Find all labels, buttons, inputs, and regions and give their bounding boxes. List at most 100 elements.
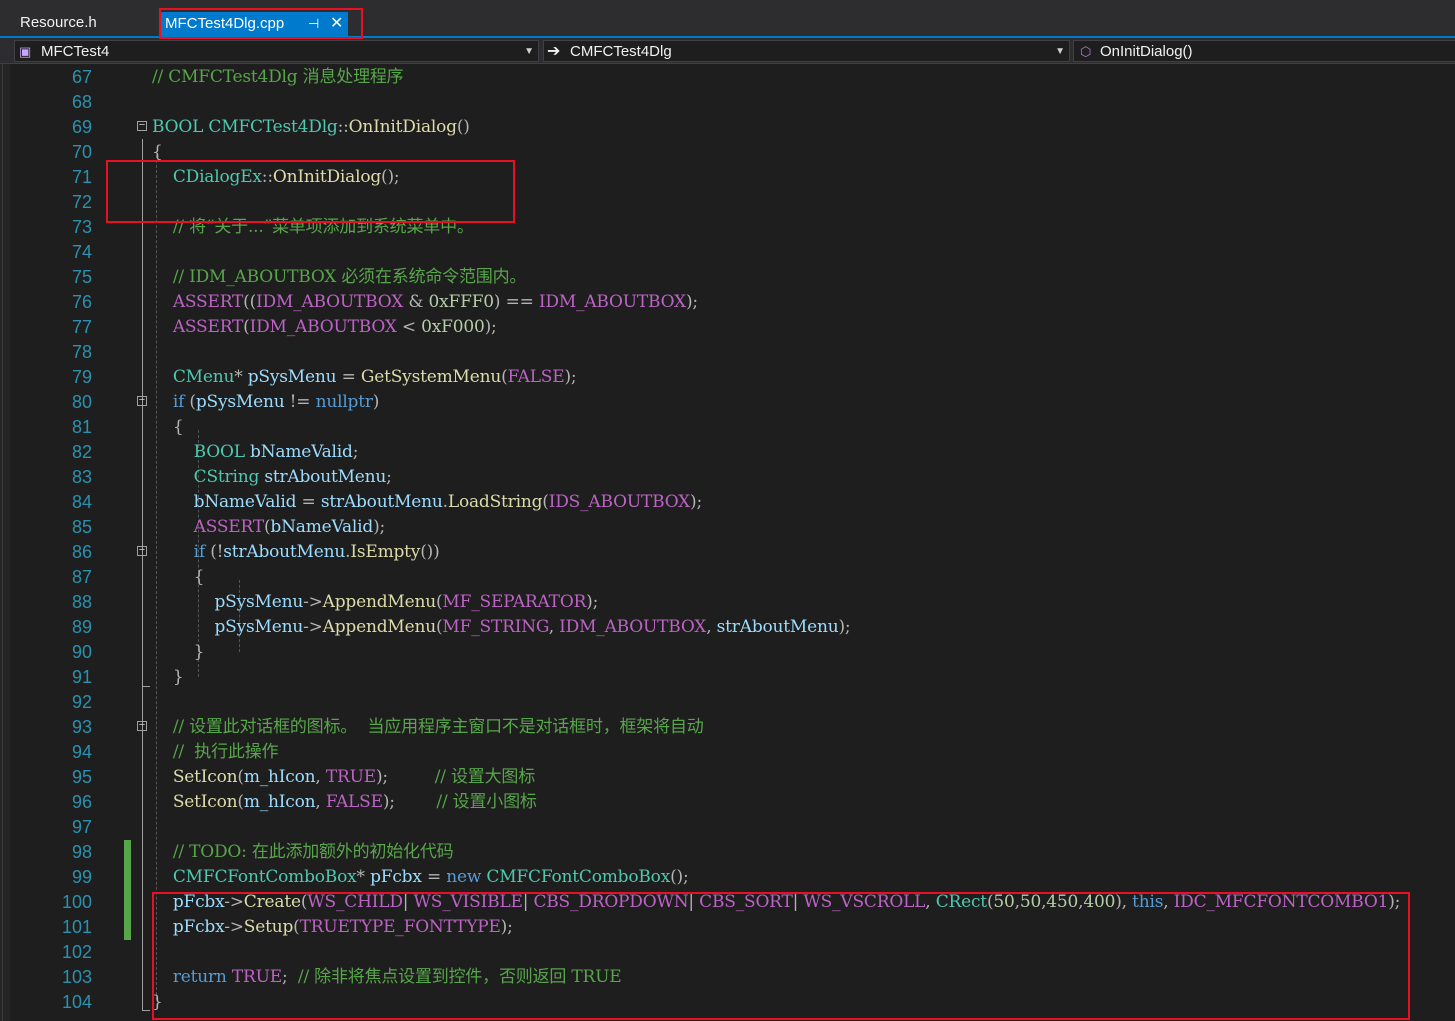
- collapse-toggle-icon[interactable]: −: [137, 120, 147, 131]
- code-token: FALSE: [325, 792, 383, 812]
- change-marker: [124, 915, 131, 940]
- code-token: {: [152, 142, 163, 162]
- code-line[interactable]: 77 ASSERT(IDM_ABOUTBOX < 0xF000);: [0, 315, 1455, 340]
- code-line[interactable]: 94 // 执行此操作: [0, 740, 1455, 765]
- project-dropdown[interactable]: ▣ MFCTest4 ▼: [14, 40, 539, 62]
- code-token: CMFCFontComboBox: [172, 867, 357, 887]
- line-number: 78: [71, 342, 92, 362]
- code-line[interactable]: 83 CString strAboutMenu;: [0, 465, 1455, 490]
- code-token: strAboutMenu: [264, 467, 387, 487]
- code-line[interactable]: 76 ASSERT((IDM_ABOUTBOX & 0xFFF0) == IDM…: [0, 290, 1455, 315]
- code-token: ::: [337, 117, 349, 137]
- navigation-bar: ▣ MFCTest4 ▼ ➔ CMFCTest4Dlg ▼ ⬡ OnInitDi…: [0, 38, 1455, 64]
- code-line[interactable]: 81 {: [0, 415, 1455, 440]
- code-token: pSysMenu: [247, 367, 337, 387]
- code-token: }: [172, 667, 184, 687]
- collapse-toggle-icon[interactable]: −: [137, 545, 147, 556]
- code-line[interactable]: 69 − BOOL CMFCTest4Dlg::OnInitDialog(): [0, 115, 1455, 140]
- code-line[interactable]: 87 {: [0, 565, 1455, 590]
- code-token: MF_STRING: [442, 617, 549, 637]
- code-line[interactable]: 78: [0, 340, 1455, 365]
- code-token: );: [690, 492, 703, 512]
- collapse-toggle-icon[interactable]: −: [137, 395, 147, 406]
- code-text: CMenu* pSysMenu = GetSystemMenu(FALSE);: [152, 365, 577, 390]
- line-number: 69: [71, 117, 92, 137]
- code-line[interactable]: 79 CMenu* pSysMenu = GetSystemMenu(FALSE…: [0, 365, 1455, 390]
- code-text: CString strAboutMenu;: [152, 465, 392, 490]
- code-line[interactable]: 90 }: [0, 640, 1455, 665]
- line-number: 89: [71, 617, 92, 637]
- line-number: 94: [71, 742, 92, 762]
- line-number: 97: [71, 817, 92, 837]
- code-token: ): [372, 392, 380, 412]
- code-line[interactable]: 82 BOOL bNameValid;: [0, 440, 1455, 465]
- code-token: ((: [243, 292, 257, 312]
- code-line[interactable]: 98 // TODO: 在此添加额外的初始化代码: [0, 840, 1455, 865]
- code-line[interactable]: 95 SetIcon(m_hIcon, TRUE); // 设置大图标: [0, 765, 1455, 790]
- code-line[interactable]: 75 // IDM_ABOUTBOX 必须在系统命令范围内。: [0, 265, 1455, 290]
- line-number: 86: [71, 542, 92, 562]
- code-text: }: [152, 665, 184, 690]
- chevron-down-icon[interactable]: ▼: [1055, 41, 1065, 63]
- project-icon: ▣: [19, 44, 32, 59]
- code-token: ();: [670, 867, 689, 887]
- code-line[interactable]: 85 ASSERT(bNameValid);: [0, 515, 1455, 540]
- code-token: );: [564, 367, 577, 387]
- code-token: {: [172, 417, 184, 437]
- code-token: =: [426, 867, 441, 887]
- code-line[interactable]: 91 }: [0, 665, 1455, 690]
- code-line[interactable]: 68: [0, 90, 1455, 115]
- member-dropdown-value: OnInitDialog(): [1100, 43, 1193, 60]
- class-dropdown[interactable]: ➔ CMFCTest4Dlg ▼: [543, 40, 1070, 62]
- line-number: 93: [71, 717, 92, 737]
- code-line[interactable]: 92: [0, 690, 1455, 715]
- code-line[interactable]: 74: [0, 240, 1455, 265]
- code-token: IDM_ABOUTBOX: [249, 317, 397, 337]
- code-token: BOOL: [152, 117, 204, 137]
- code-token: {: [193, 567, 205, 587]
- collapse-toggle-icon[interactable]: −: [137, 720, 147, 731]
- code-token: CString: [193, 467, 260, 487]
- code-token: IDM_ABOUTBOX: [538, 292, 686, 312]
- code-token: // TODO: 在此添加额外的初始化代码: [172, 842, 454, 862]
- code-line[interactable]: 84 bNameValid = strAboutMenu.LoadString(…: [0, 490, 1455, 515]
- code-token: FALSE: [507, 367, 565, 387]
- code-line[interactable]: 88 pSysMenu->AppendMenu(MF_SEPARATOR);: [0, 590, 1455, 615]
- code-token: if: [172, 392, 185, 412]
- code-token: ()): [420, 542, 440, 562]
- code-line[interactable]: 89 pSysMenu->AppendMenu(MF_STRING, IDM_A…: [0, 615, 1455, 640]
- code-line[interactable]: 99 CMFCFontComboBox* pFcbx = new CMFCFon…: [0, 865, 1455, 890]
- line-number: 92: [71, 692, 92, 712]
- member-dropdown[interactable]: ⬡ OnInitDialog(): [1073, 40, 1455, 62]
- line-number: 99: [71, 867, 92, 887]
- code-line[interactable]: 97: [0, 815, 1455, 840]
- code-token: !=: [289, 392, 311, 412]
- code-editor[interactable]: 67// CMFCTest4Dlg 消息处理程序 68 69− BOOL CMFCTe…: [0, 64, 1455, 1021]
- code-text: SetIcon(m_hIcon, TRUE); // 设置大图标: [152, 765, 535, 790]
- code-text: bNameValid = strAboutMenu.LoadString(IDS…: [152, 490, 703, 515]
- code-token: pSysMenu: [214, 592, 304, 612]
- code-line[interactable]: 80 − if (pSysMenu != nullptr): [0, 390, 1455, 415]
- chevron-down-icon[interactable]: ▼: [524, 41, 534, 63]
- code-line[interactable]: 93 − // 设置此对话框的图标。 当应用程序主窗口不是对话框时，框架将自动: [0, 715, 1455, 740]
- code-line[interactable]: 96 SetIcon(m_hIcon, FALSE); // 设置小图标: [0, 790, 1455, 815]
- tab-resource-h[interactable]: Resource.h: [20, 10, 97, 36]
- line-number: 77: [71, 317, 92, 337]
- code-text: SetIcon(m_hIcon, FALSE); // 设置小图标: [152, 790, 537, 815]
- code-line[interactable]: 67 // CMFCTest4Dlg 消息处理程序: [0, 65, 1455, 90]
- code-token: // CMFCTest4Dlg 消息处理程序: [152, 67, 404, 87]
- code-token: strAboutMenu: [320, 492, 443, 512]
- code-text: BOOL CMFCTest4Dlg::OnInitDialog(): [152, 115, 470, 140]
- code-token: ==: [505, 292, 534, 312]
- code-token: // IDM_ABOUTBOX 必须在系统命令范围内。: [172, 267, 527, 287]
- code-token: // 设置小图标: [436, 792, 537, 812]
- code-token: MF_SEPARATOR: [442, 592, 587, 612]
- code-line[interactable]: 86 − if (!strAboutMenu.IsEmpty()): [0, 540, 1455, 565]
